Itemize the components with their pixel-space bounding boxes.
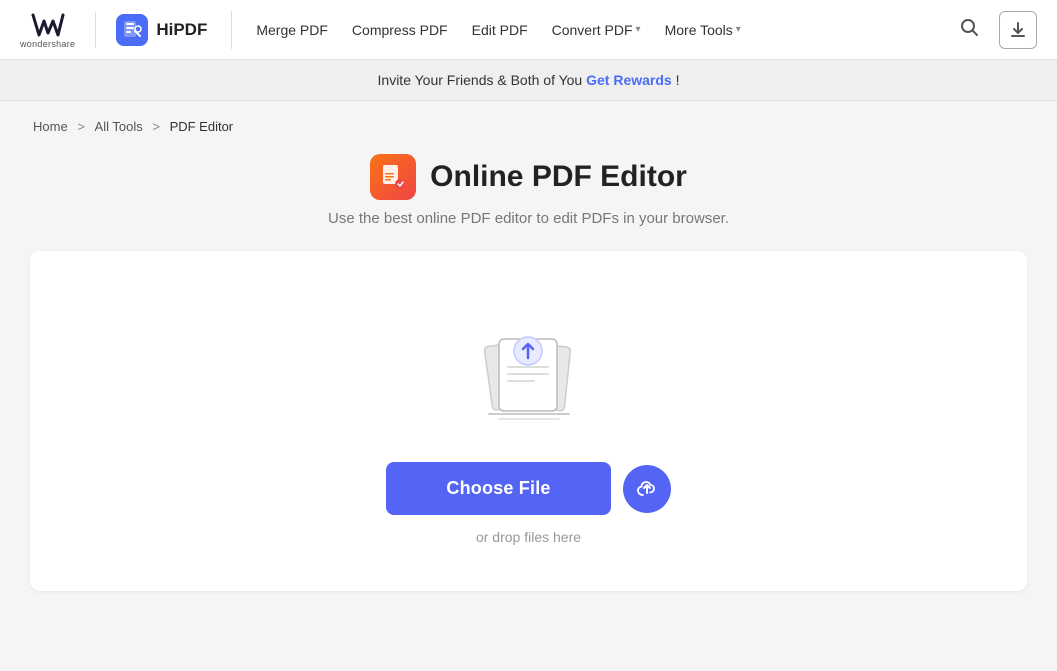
download-button[interactable] — [999, 11, 1037, 49]
main-header: wondershare HiPDF Merge PDF Compress PDF… — [0, 0, 1057, 60]
hipdf-logo-svg — [122, 20, 142, 40]
upload-illustration — [464, 317, 594, 432]
more-tools-chevron: ▾ — [736, 24, 741, 35]
nav-merge-pdf[interactable]: Merge PDF — [246, 14, 338, 46]
logo-area: wondershare HiPDF — [20, 11, 232, 49]
nav-edit-pdf[interactable]: Edit PDF — [462, 14, 538, 46]
breadcrumb: Home > All Tools > PDF Editor — [0, 101, 1057, 144]
upload-actions: Choose File — [386, 462, 670, 515]
choose-file-button[interactable]: Choose File — [386, 462, 610, 515]
search-icon — [959, 17, 979, 37]
breadcrumb-home[interactable]: Home — [33, 119, 68, 134]
cloud-upload-icon — [635, 477, 659, 501]
main-content: Online PDF Editor Use the best online PD… — [0, 144, 1057, 621]
nav-convert-pdf[interactable]: Convert PDF ▾ — [542, 14, 651, 46]
logo-divider — [95, 12, 96, 48]
nav-more-tools[interactable]: More Tools ▾ — [655, 14, 751, 46]
promo-banner: Invite Your Friends & Both of You Get Re… — [0, 60, 1057, 101]
main-nav: Merge PDF Compress PDF Edit PDF Convert … — [246, 11, 989, 48]
page-title: Online PDF Editor — [430, 160, 687, 194]
wondershare-logo: wondershare — [20, 11, 75, 49]
upload-illustration-svg — [464, 317, 594, 427]
hipdf-icon — [116, 14, 148, 46]
drop-hint-text: or drop files here — [476, 529, 581, 545]
get-rewards-link[interactable]: Get Rewards — [586, 72, 672, 88]
breadcrumb-all-tools[interactable]: All Tools — [95, 119, 143, 134]
drop-zone[interactable]: Choose File or drop files here — [30, 251, 1027, 591]
search-button[interactable] — [949, 11, 989, 48]
cloud-upload-button[interactable] — [623, 465, 671, 513]
nav-compress-pdf[interactable]: Compress PDF — [342, 14, 458, 46]
convert-pdf-chevron: ▾ — [636, 24, 641, 35]
ws-logo-icon — [31, 11, 65, 39]
breadcrumb-pdf-editor: PDF Editor — [170, 119, 234, 134]
hipdf-label: HiPDF — [156, 20, 207, 40]
pdf-tool-icon-svg — [379, 163, 407, 191]
wondershare-text: wondershare — [20, 39, 75, 49]
page-subtitle: Use the best online PDF editor to edit P… — [30, 210, 1027, 227]
page-header: Online PDF Editor Use the best online PD… — [30, 144, 1027, 251]
page-title-row: Online PDF Editor — [30, 154, 1027, 200]
pdf-editor-icon — [370, 154, 416, 200]
download-icon — [1009, 21, 1027, 39]
